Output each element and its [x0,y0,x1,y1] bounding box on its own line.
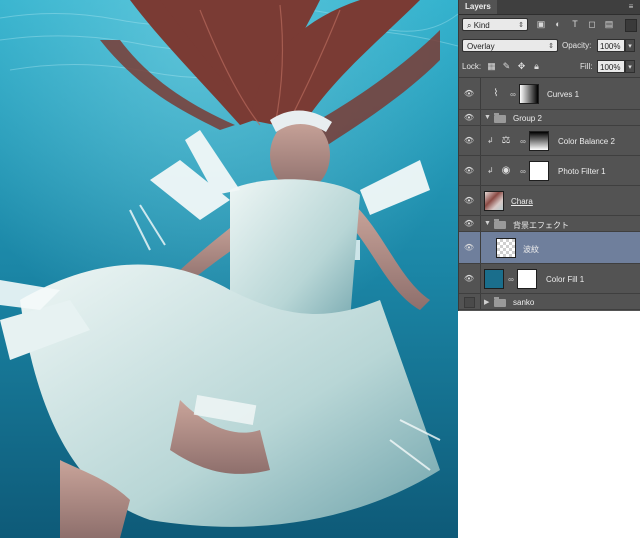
link-icon: ∞ [520,137,526,146]
artwork-canvas[interactable] [0,0,458,538]
layer-name[interactable]: 背景エフェクト [513,220,569,231]
kind-filter-dropdown[interactable]: ⌕ Kind ⇕ [462,18,528,31]
opacity-dropdown-arrow[interactable]: ▾ [625,39,635,52]
row-divider [480,264,481,293]
fill-label: Fill: [580,62,593,71]
layer-row[interactable]: ▶ sanko [459,294,640,310]
eye-icon[interactable]: 👁︎ [462,243,476,252]
layer-name[interactable]: Color Balance 2 [558,137,615,146]
layer-row[interactable]: 👁︎ ▼ 背景エフェクト [459,216,640,232]
opacity-label: Opacity: [562,41,592,50]
blend-mode-value: Overlay [467,42,495,51]
photo-filter-icon: ◉ [501,165,511,176]
kind-filter-label: Kind [473,21,490,30]
panel-tab-bar: Layers ≡ [459,0,640,15]
layer-row[interactable]: 👁︎ ↲ ◉ ∞ Photo Filter 1 [459,156,640,186]
eye-icon[interactable]: 👁︎ [462,113,476,122]
row-divider [480,294,481,309]
shape-filter-icon[interactable]: ◻ [586,19,598,30]
fill-dropdown-arrow[interactable]: ▾ [625,60,635,73]
type-filter-icon[interactable]: T [569,19,581,30]
clipping-mask-icon: ↲ [487,166,494,175]
eye-icon[interactable]: 👁︎ [462,166,476,175]
curves-icon: ⌇ [493,88,499,99]
color-balance-icon: ⚖ [501,135,511,146]
layer-mask-thumbnail[interactable] [529,161,549,181]
layer-name[interactable]: sanko [513,298,534,307]
clipping-mask-icon: ↲ [487,136,494,145]
layer-row[interactable]: 👁︎ ⌇ ∞ Curves 1 [459,78,640,110]
blend-opacity-row: Overlay ⇕ Opacity: 100% ▾ [459,36,640,56]
eye-icon[interactable]: 👁︎ [462,219,476,228]
layer-thumbnail[interactable] [484,191,504,211]
link-icon: ∞ [510,90,516,99]
layer-name[interactable]: Photo Filter 1 [558,167,606,176]
lock-fill-row: Lock: ▦ ✎ ✥ 🔒︎ Fill: 100% ▾ [459,57,640,78]
pixel-filter-icon[interactable]: ▣ [535,19,547,30]
layer-mask-thumbnail[interactable] [519,84,539,104]
layer-row[interactable]: 👁︎ ▼ Group 2 [459,110,640,126]
fill-input[interactable]: 100% [597,60,625,73]
layer-name[interactable]: 波紋 [523,244,539,255]
eye-icon[interactable]: 👁︎ [462,89,476,98]
fill-color-thumbnail[interactable] [484,269,504,289]
underwater-illustration [0,0,458,538]
lock-image-pixels-icon[interactable]: ✎ [501,61,512,72]
folder-icon [494,219,506,229]
layer-row[interactable]: 👁︎ ↲ ⚖ ∞ Color Balance 2 [459,126,640,156]
smart-object-filter-icon[interactable]: ▤ [603,19,615,30]
chevron-updown-icon: ⇕ [518,22,524,29]
chevron-updown-icon: ⇕ [548,43,554,50]
layer-row[interactable]: 👁︎ ∞ Color Fill 1 [459,264,640,294]
layer-thumbnail[interactable] [496,238,516,258]
filter-toggle-switch[interactable] [625,19,637,32]
adjustment-filter-icon[interactable]: ◐ [552,19,564,30]
disclosure-triangle-down-icon[interactable]: ▼ [484,220,491,227]
layer-row[interactable]: 👁︎ Chara [459,186,640,216]
layer-name[interactable]: Chara [511,197,533,206]
row-divider [480,232,481,263]
tab-layers[interactable]: Layers [459,0,497,14]
row-divider [480,110,481,125]
row-divider [480,126,481,155]
layer-name[interactable]: Group 2 [513,114,542,123]
lock-transparent-pixels-icon[interactable]: ▦ [486,61,497,72]
row-divider [480,186,481,215]
eye-icon[interactable]: 👁︎ [462,196,476,205]
search-icon: ⌕ [467,21,472,30]
disclosure-triangle-down-icon[interactable]: ▼ [484,114,491,121]
layer-name[interactable]: Curves 1 [547,90,579,99]
layer-filter-row: ⌕ Kind ⇕ ▣ ◐ T ◻ ▤ [459,15,640,35]
blend-mode-dropdown[interactable]: Overlay ⇕ [462,39,558,52]
folder-icon [494,113,506,123]
layers-panel: Layers ≡ ⌕ Kind ⇕ ▣ ◐ T ◻ ▤ Overlay ⇕ Op… [458,0,640,311]
layer-mask-thumbnail[interactable] [517,269,537,289]
layer-mask-thumbnail[interactable] [529,131,549,151]
folder-icon [494,297,506,307]
layer-name[interactable]: Color Fill 1 [546,275,584,284]
row-divider [480,216,481,231]
lock-position-icon[interactable]: ✥ [516,61,527,72]
link-icon: ∞ [508,275,514,284]
eye-icon[interactable]: 👁︎ [462,274,476,283]
row-divider [480,78,481,109]
lock-all-icon[interactable]: 🔒︎ [531,61,542,72]
link-icon: ∞ [520,167,526,176]
disclosure-triangle-right-icon[interactable]: ▶ [484,298,489,306]
eye-icon[interactable]: 👁︎ [462,136,476,145]
layer-row[interactable]: 👁︎ 波紋 [459,232,640,264]
lock-label: Lock: [462,62,482,71]
panel-menu-icon[interactable]: ≡ [626,3,636,11]
row-divider [480,156,481,185]
opacity-input[interactable]: 100% [597,39,625,52]
visibility-toggle-off[interactable] [464,297,475,308]
